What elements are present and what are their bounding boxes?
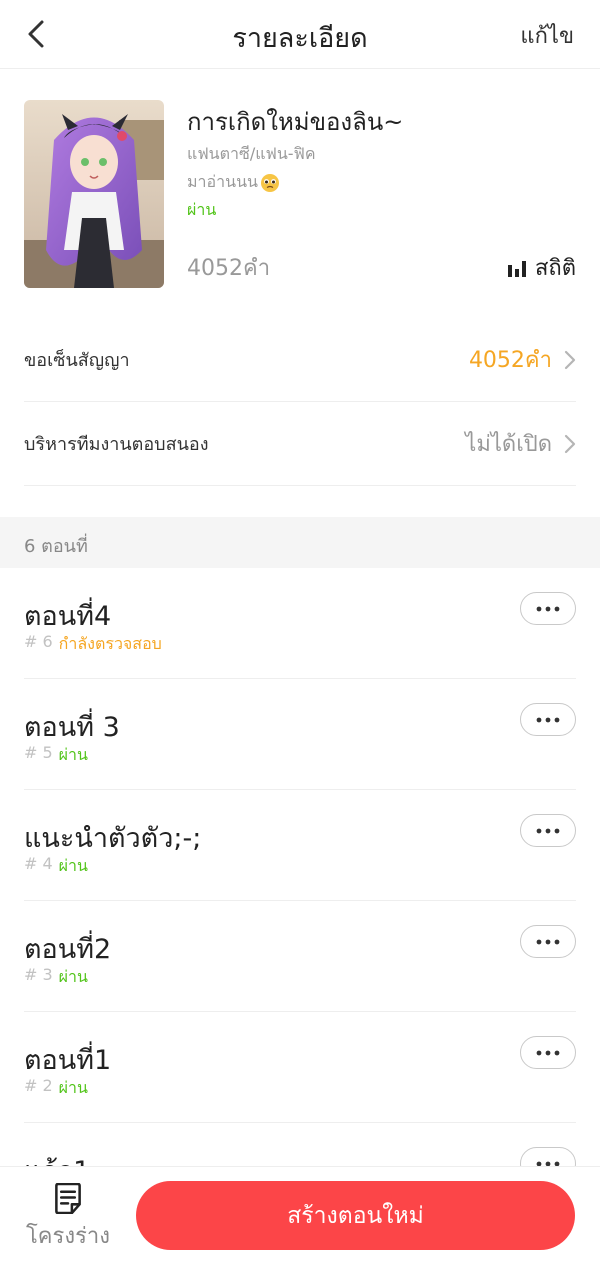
book-description-text: มาอ่านนน xyxy=(187,172,258,191)
chapter-status: กำลังตรวจสอบ xyxy=(58,634,162,653)
more-dots-icon xyxy=(536,606,560,611)
chapter-more-button[interactable] xyxy=(520,703,576,736)
chapter-number: # 2 xyxy=(24,1076,53,1095)
stats-button[interactable]: สถิติ xyxy=(507,250,576,285)
chapter-section-header: 6 ตอนที่ xyxy=(0,517,600,568)
book-description: มาอ่านนน xyxy=(187,170,280,195)
chapter-list: ตอนที่4 # 6 กำลังตรวจสอบ ตอนที่ 3 # 5 ผ่… xyxy=(0,568,600,1166)
team-management-right: ไม่ได้เปิด xyxy=(465,426,576,461)
book-word-count: 4052คำ xyxy=(187,256,271,281)
chapter-title: แนะนำตัวตัว;-; xyxy=(24,823,202,854)
chapter-status: ผ่าน xyxy=(58,967,88,986)
chapter-title: แล้ว1 xyxy=(24,1149,90,1166)
chapter-item[interactable]: ตอนที่2 # 3 ผ่าน xyxy=(24,901,576,1012)
book-cover[interactable] xyxy=(24,100,164,288)
chapter-title: ตอนที่2 xyxy=(24,934,112,965)
contract-right: 4052คำ xyxy=(469,342,576,377)
chapter-title: ตอนที่1 xyxy=(24,1045,112,1076)
chapter-number: # 3 xyxy=(24,965,53,984)
chapter-meta: # 6 กำลังตรวจสอบ xyxy=(24,632,162,657)
team-management-label: บริหารทีมงานตอบสนอง xyxy=(24,434,209,455)
chapter-item[interactable]: ตอนที่4 # 6 กำลังตรวจสอบ xyxy=(24,568,576,679)
chapter-more-button[interactable] xyxy=(520,1036,576,1069)
chapter-number: # 5 xyxy=(24,743,53,762)
more-dots-icon xyxy=(536,1050,560,1055)
book-title: การเกิดใหม่ของลิน~ xyxy=(187,108,404,136)
chapter-meta: # 5 ผ่าน xyxy=(24,743,88,768)
contract-label: ขอเซ็นสัญญา xyxy=(24,350,130,371)
chevron-right-icon xyxy=(564,350,576,369)
book-genre: แฟนตาซี/แฟน-ฟิค xyxy=(187,144,316,163)
book-info: การเกิดใหม่ของลิน~ แฟนตาซี/แฟน-ฟิค มาอ่า… xyxy=(24,100,576,290)
team-management-value: ไม่ได้เปิด xyxy=(465,432,552,457)
chapter-item[interactable]: ตอนที่1 # 2 ผ่าน xyxy=(24,1012,576,1123)
document-list-icon xyxy=(55,1183,81,1214)
chapter-title: ตอนที่ 3 xyxy=(24,712,120,743)
chapter-item[interactable]: ตอนที่ 3 # 5 ผ่าน xyxy=(24,679,576,790)
stats-label: สถิติ xyxy=(534,256,576,281)
chapter-item[interactable]: แล้ว1 xyxy=(24,1123,576,1166)
chapter-meta: # 2 ผ่าน xyxy=(24,1076,88,1101)
outline-label: โครงร่าง xyxy=(25,1224,110,1249)
chapter-status: ผ่าน xyxy=(58,856,88,875)
pleading-face-icon xyxy=(260,173,279,192)
chapter-item[interactable]: แนะนำตัวตัว;-; # 4 ผ่าน xyxy=(24,790,576,901)
team-management-row[interactable]: บริหารทีมงานตอบสนอง ไม่ได้เปิด xyxy=(24,402,576,486)
chapter-more-button[interactable] xyxy=(520,814,576,847)
outline-button[interactable]: โครงร่าง xyxy=(18,1183,118,1253)
chapter-number: # 6 xyxy=(24,632,53,651)
edit-button[interactable]: แก้ไข xyxy=(520,18,574,53)
more-dots-icon xyxy=(536,717,560,722)
bar-chart-icon xyxy=(507,260,526,277)
more-dots-icon xyxy=(536,939,560,944)
chapter-more-button[interactable] xyxy=(520,1147,576,1166)
more-dots-icon xyxy=(536,828,560,833)
chapter-more-button[interactable] xyxy=(520,925,576,958)
chapter-title: ตอนที่4 xyxy=(24,601,112,632)
chevron-right-icon xyxy=(564,434,576,453)
chapter-count-label: 6 ตอนที่ xyxy=(24,536,88,557)
chapter-status: ผ่าน xyxy=(58,745,88,764)
chapter-more-button[interactable] xyxy=(520,592,576,625)
book-status: ผ่าน xyxy=(187,200,217,219)
chapter-meta: # 3 ผ่าน xyxy=(24,965,88,990)
chapter-number: # 4 xyxy=(24,854,53,873)
chapter-meta: # 4 ผ่าน xyxy=(24,854,88,879)
top-bar: รายละเอียด แก้ไข xyxy=(0,0,600,69)
contract-row[interactable]: ขอเซ็นสัญญา 4052คำ xyxy=(24,318,576,402)
chapter-status: ผ่าน xyxy=(58,1078,88,1097)
page-title: รายละเอียด xyxy=(232,23,368,54)
contract-value: 4052คำ xyxy=(468,348,552,373)
create-chapter-button[interactable]: สร้างตอนใหม่ xyxy=(136,1181,575,1250)
bottom-action-bar: โครงร่าง สร้างตอนใหม่ xyxy=(0,1166,600,1261)
cover-illustration xyxy=(24,100,164,288)
